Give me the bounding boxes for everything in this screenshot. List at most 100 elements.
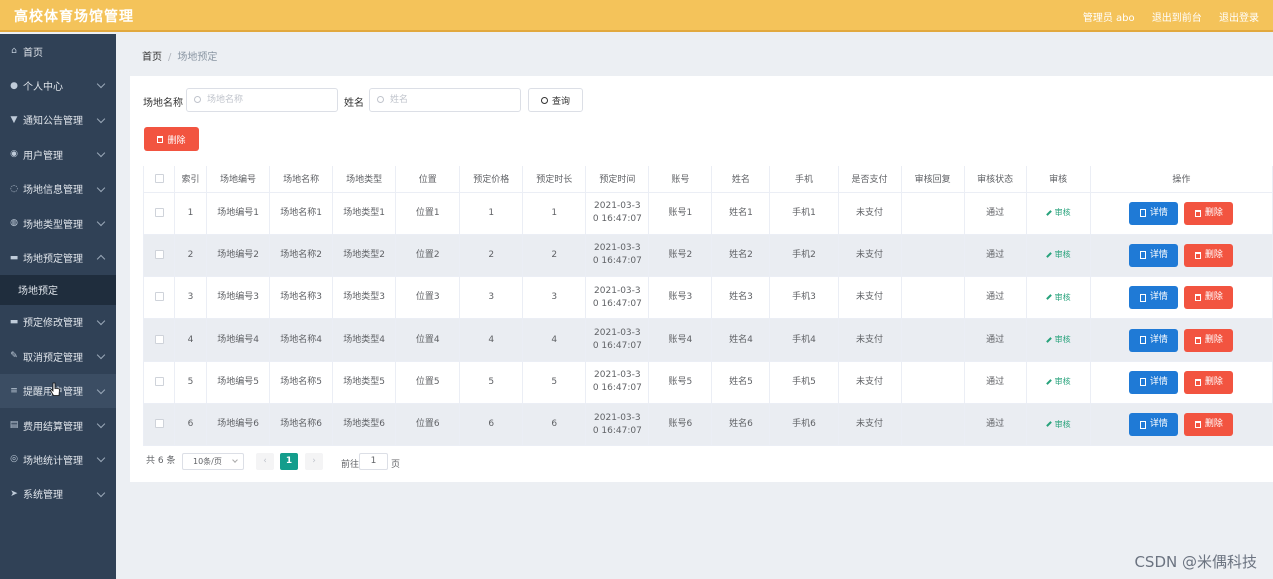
sidebar-item-venue-info[interactable]: ◌ 场地信息管理	[0, 172, 116, 206]
pagination-total: 共 6 条	[146, 456, 176, 466]
send-icon: ➤	[10, 488, 18, 499]
audit-link-label: 审核	[1054, 335, 1071, 345]
detail-button[interactable]: 详情	[1129, 201, 1179, 225]
row-select-cell[interactable]	[142, 276, 176, 320]
chevron-down-icon	[96, 488, 106, 497]
delete-button[interactable]: 删除	[1184, 370, 1234, 394]
audit-link[interactable]: 审核	[1045, 377, 1071, 386]
sidebar-item-label: 场地统计管理	[23, 455, 83, 467]
prev-page-button[interactable]: ‹	[256, 453, 274, 470]
column-header: 审核	[1026, 166, 1091, 193]
audit-link[interactable]: 审核	[1045, 335, 1071, 345]
row-checkbox[interactable]	[154, 419, 164, 429]
bulk-delete-label: 删除	[167, 135, 186, 146]
goto-page-input[interactable]: 1	[359, 453, 388, 470]
logout-link[interactable]: 退出登录	[1219, 13, 1259, 24]
power-icon: ◌	[10, 183, 18, 194]
table-row[interactable]: 4 场地编号4 场地名称4 场地类型4 位置4 4 4 2021-03-3 0 16:47:07…	[142, 318, 1273, 362]
sidebar-item-booking-mgmt[interactable]: ▬ 场地预定管理	[0, 240, 116, 274]
cell-person: 姓名1	[711, 192, 771, 235]
table-row[interactable]: 1 场地编号1 场地名称1 场地类型1 位置1 1 1 2021-03-3 0 16:47:07…	[142, 192, 1273, 235]
sidebar-item-remind-users[interactable]: ≡ 提醒用户管理	[0, 373, 116, 408]
booking-time-line: 2021-03-3	[594, 412, 641, 423]
column-header: 是否支付	[838, 166, 902, 193]
folder-icon: ▬	[9, 316, 19, 327]
sidebar-subitem-booking[interactable]: 场地预定	[0, 274, 116, 305]
cell-price: 2	[459, 234, 524, 278]
next-page-button[interactable]: ›	[305, 453, 323, 470]
sidebar-item-cancel-booking[interactable]: ✎ 取消预定管理	[0, 339, 116, 373]
sidebar-item-users[interactable]: ◉ 用户管理	[0, 137, 116, 171]
delete-button[interactable]: 删除	[1184, 201, 1234, 225]
table-row[interactable]: 5 场地编号5 场地名称5 场地类型5 位置5 5 5 2021-03-3 0 16:47:07…	[142, 361, 1273, 404]
row-select-cell[interactable]	[142, 318, 176, 362]
select-all-header[interactable]	[142, 166, 176, 193]
row-select-cell[interactable]	[142, 403, 176, 447]
delete-button[interactable]: 删除	[1184, 286, 1234, 310]
sidebar-item-system[interactable]: ➤ 系统管理	[0, 477, 116, 511]
bulk-delete-button[interactable]: 删除	[144, 127, 199, 151]
page-number-1[interactable]: 1	[280, 453, 298, 470]
watermark: CSDN @米偶科技	[1134, 553, 1257, 571]
page-suffix-label: 页	[391, 460, 401, 470]
delete-button[interactable]: 删除	[1184, 413, 1234, 437]
breadcrumb: 首页 / 场地预定	[142, 48, 217, 63]
booking-time-line: 0 16:47:07	[592, 425, 642, 436]
row-checkbox[interactable]	[154, 207, 164, 217]
sidebar-item-label: 场地预定	[18, 286, 58, 298]
cell-index: 3	[174, 276, 208, 320]
row-checkbox[interactable]	[154, 334, 164, 344]
query-button[interactable]: 查询	[528, 88, 583, 112]
cell-paid: 未支付	[838, 403, 902, 447]
sidebar-item-home[interactable]: ⌂ 首页	[0, 34, 116, 68]
sidebar-item-billing[interactable]: ▤ 费用结算管理	[0, 408, 116, 442]
delete-button[interactable]: 删除	[1184, 328, 1234, 352]
audit-link[interactable]: 审核	[1045, 208, 1071, 217]
cell-type: 场地类型2	[332, 234, 397, 278]
booking-time-line: 0 16:47:07	[592, 256, 642, 267]
cell-person: 姓名3	[711, 276, 771, 320]
document-icon	[1139, 209, 1146, 218]
table-row[interactable]: 2 场地编号2 场地名称2 场地类型2 位置2 2 2 2021-03-3 0 16:47:07…	[142, 234, 1273, 278]
table-row[interactable]: 6 场地编号6 场地名称6 场地类型6 位置6 6 6 2021-03-3 0 16:47:07…	[142, 403, 1273, 447]
edit-icon	[1045, 378, 1052, 385]
cell-paid: 未支付	[838, 318, 902, 362]
detail-button[interactable]: 详情	[1129, 413, 1179, 437]
audit-link-label: 审核	[1054, 419, 1071, 429]
detail-button[interactable]: 详情	[1129, 243, 1179, 267]
cell-paid: 未支付	[838, 234, 902, 278]
audit-link[interactable]: 审核	[1045, 419, 1071, 429]
list-icon: ≡	[10, 385, 18, 396]
sidebar-item-notices[interactable]: ▼ 通知公告管理	[0, 103, 116, 137]
row-checkbox[interactable]	[154, 249, 164, 259]
detail-button[interactable]: 详情	[1129, 370, 1179, 394]
sidebar-item-profile[interactable]: ● 个人中心	[0, 68, 116, 102]
audit-link[interactable]: 审核	[1045, 250, 1071, 259]
cell-reply	[901, 276, 965, 320]
audit-link[interactable]: 审核	[1045, 293, 1071, 302]
name-input[interactable]: 姓名	[369, 88, 521, 112]
sidebar-item-statistics[interactable]: ◎ 场地统计管理	[0, 442, 116, 476]
breadcrumb-home[interactable]: 首页	[142, 52, 162, 63]
row-checkbox[interactable]	[154, 376, 164, 386]
cell-phone: 手机6	[769, 403, 839, 447]
delete-button[interactable]: 删除	[1184, 243, 1234, 267]
row-select-cell[interactable]	[142, 361, 176, 404]
cell-code: 场地编号3	[206, 276, 271, 320]
back-to-front-link[interactable]: 退出到前台	[1152, 13, 1202, 24]
venue-name-input[interactable]: 场地名称	[186, 88, 338, 112]
sidebar: ⌂ 首页 ● 个人中心 ▼ 通知公告管理 ◉ 用户管理 ◌ 场地信息管理 ◍ 场…	[0, 34, 116, 579]
document-icon	[1139, 378, 1146, 387]
detail-button[interactable]: 详情	[1129, 286, 1179, 310]
cell-account: 账号5	[648, 361, 713, 404]
row-select-cell[interactable]	[142, 234, 176, 278]
page-size-select[interactable]: 10条/页	[182, 453, 244, 470]
select-all-checkbox[interactable]	[154, 173, 164, 183]
row-select-cell[interactable]	[142, 192, 176, 235]
sidebar-item-booking-changes[interactable]: ▬ 预定修改管理	[0, 305, 116, 339]
sidebar-item-venue-types[interactable]: ◍ 场地类型管理	[0, 206, 116, 240]
column-header: 场地类型	[332, 166, 397, 193]
detail-button[interactable]: 详情	[1129, 328, 1179, 352]
table-row[interactable]: 3 场地编号3 场地名称3 场地类型3 位置3 3 3 2021-03-3 0 16:47:07…	[142, 276, 1273, 320]
row-checkbox[interactable]	[154, 292, 164, 302]
